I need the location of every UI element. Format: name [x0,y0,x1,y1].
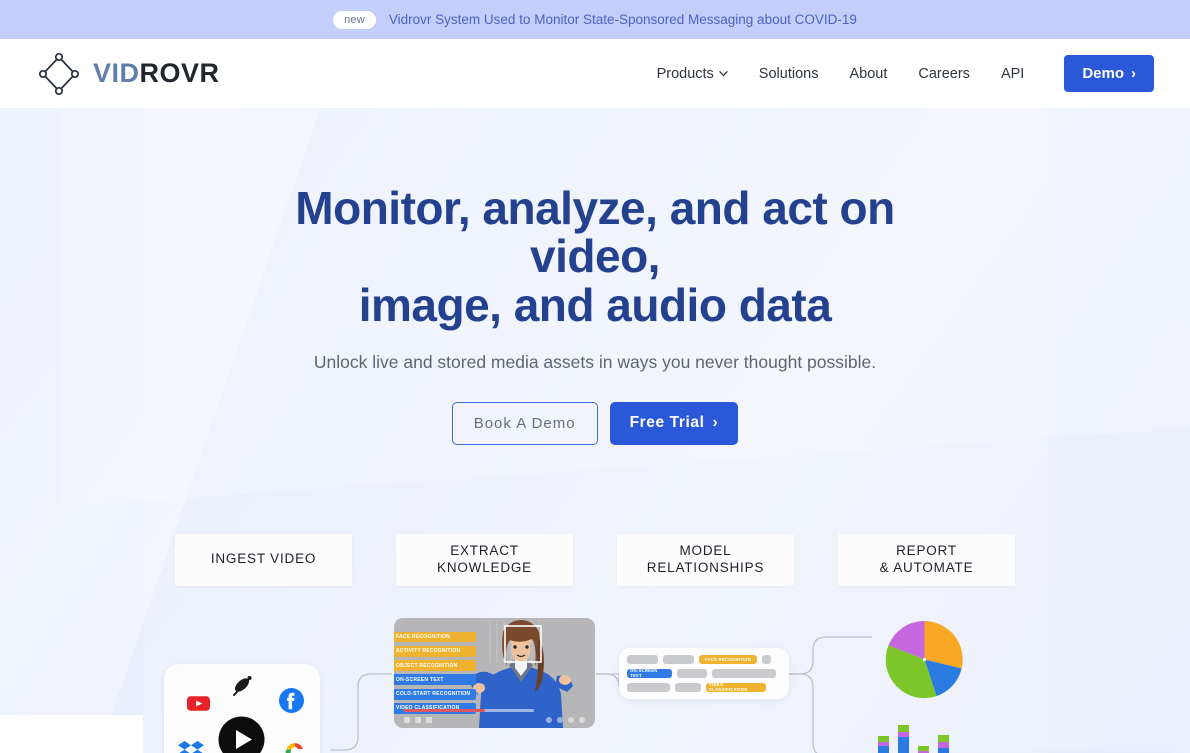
bar-4 [938,734,949,753]
tag-face-recognition: FACE RECOGNITION [394,631,477,643]
announcement-link[interactable]: Vidrovr System Used to Monitor State-Spo… [389,12,857,27]
video-seek-bar[interactable] [404,709,534,712]
play-button-icon[interactable] [217,715,266,753]
tag-cold-start-recognition: COLD-START RECOGNITION [394,688,477,700]
nav-item-api[interactable]: API [1001,66,1024,82]
process-step-report-automate: REPORT & AUTOMATE [838,533,1015,586]
placeholder-pill [677,668,707,678]
tag-activity-recognition: ACTIVITY RECOGNITION [394,645,477,657]
pill-face-recognition: FACE RECOGNITION [699,654,757,664]
tag-on-screen-text: ON-SCREEN TEXT [394,674,477,686]
process-step-ingest-video: INGEST VIDEO [175,533,352,586]
nav-label-solutions: Solutions [758,65,819,82]
logo[interactable]: VIDROVR [36,51,220,97]
nav-item-products[interactable]: Products [657,66,728,82]
logo-text: VIDROVR [93,58,220,89]
demo-button[interactable]: Demo › [1064,55,1154,92]
hero-subtitle: Unlock live and stored media assets in w… [313,351,877,372]
page-title: Monitor, analyze, and act on video, imag… [245,184,945,329]
satellite-dish-icon [233,675,252,696]
free-trial-label: Free Trial [629,414,705,432]
chevron-down-icon [719,71,728,77]
free-trial-arrow-icon: › [712,414,719,432]
knowledge-row-2: ON-SCREEN TEXT [627,668,781,678]
bar-3 [918,745,929,753]
demo-button-arrow-icon: › [1131,65,1136,82]
hero-title-line-1: Monitor, analyze, and act on video, [295,182,895,283]
knowledge-card: FACE RECOGNITION ON-SCREEN TEXT VIDEO CL… [619,647,789,699]
nav-item-solutions[interactable]: Solutions [759,66,819,82]
pill-on-screen-text: ON-SCREEN TEXT [627,668,672,678]
pipeline-illustration: FACE RECOGNITION ACTIVITY RECOGNITION OB… [0,610,1190,753]
nav-label-api: API [1000,65,1025,82]
pie-chart [885,620,963,698]
video-controls-left[interactable] [404,716,432,723]
dropbox-icon [178,740,204,753]
process-steps: INGEST VIDEO EXTRACT KNOWLEDGE MODEL RELAT… [175,533,1015,586]
knowledge-row-3: VIDEO CLASSIFICATION [627,682,781,692]
announcement-badge: new [333,10,376,29]
bar-1 [878,735,889,753]
hero-title-line-2: image, and audio data [358,278,832,331]
nav-item-about[interactable]: About [849,66,887,82]
tag-object-recognition: OBJECT RECOGNITION [394,660,477,671]
bar-2 [898,724,909,753]
knowledge-row-1: FACE RECOGNITION [627,654,781,664]
nav-label-products: Products [656,65,714,82]
nav-item-careers[interactable]: Careers [918,66,970,82]
demo-button-label: Demo [1082,65,1124,82]
placeholder-pill [712,668,776,678]
video-sources-card [164,663,320,753]
nav-label-careers: Careers [918,65,970,82]
video-analysis-card: FACE RECOGNITION ACTIVITY RECOGNITION OB… [394,617,595,728]
hero-section: Monitor, analyze, and act on video, imag… [0,108,1190,753]
youtube-icon [186,695,211,711]
process-step-model-relationships: MODEL RELATIONSHIPS [617,533,794,586]
free-trial-button[interactable]: Free Trial › [609,401,739,445]
facebook-icon [279,687,304,713]
site-header: VIDROVR Products Solutions About Careers… [0,39,1190,108]
main-navigation: Products Solutions About Careers API Dem… [657,55,1154,92]
announcement-bar: new Vidrovr System Used to Monitor State… [0,0,1190,39]
hero-copy: Monitor, analyze, and act on video, imag… [0,108,1190,445]
hero-cta-group: Book A Demo Free Trial › [0,401,1190,445]
diamond-node-logo-icon [38,52,80,95]
placeholder-pill [627,654,658,664]
placeholder-pill [762,654,771,664]
pill-video-classification: VIDEO CLASSIFICATION [706,682,766,692]
video-controls-right[interactable] [546,716,585,723]
nav-label-about: About [849,65,888,82]
google-cloud-icon [285,742,303,753]
pie-center-dot [922,657,927,661]
book-a-demo-button[interactable]: Book A Demo [451,401,598,445]
placeholder-pill [627,682,670,692]
placeholder-pill [663,654,694,664]
logo-text-rovr: ROVR [139,58,220,88]
logo-text-vid: VID [93,58,140,88]
bar-chart [878,715,970,753]
placeholder-pill [675,682,701,692]
process-step-extract-knowledge: EXTRACT KNOWLEDGE [396,533,573,586]
recognition-tag-list: FACE RECOGNITION ACTIVITY RECOGNITION OB… [394,631,477,714]
